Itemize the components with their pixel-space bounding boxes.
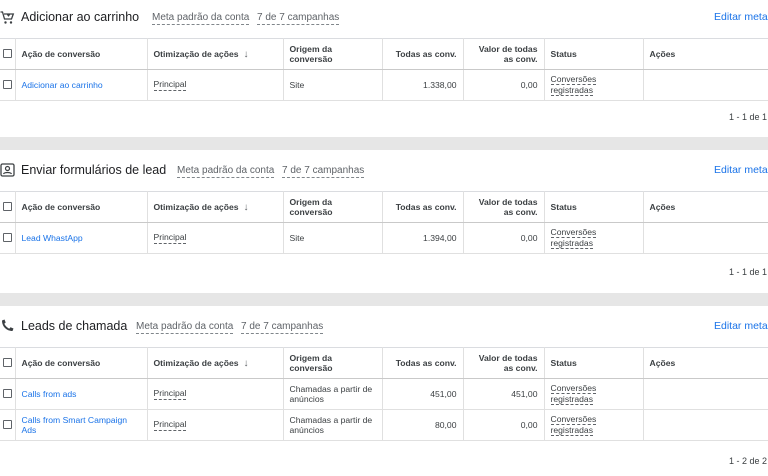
col-otimizacao-header[interactable]: Otimização de ações ↓ (147, 191, 284, 223)
conversion-table: Ação de conversão Otimização de ações ↓ O… (0, 191, 768, 254)
actions-cell (643, 222, 768, 254)
section-title: Adicionar ao carrinho (21, 10, 140, 24)
col-status-header[interactable]: Status (544, 191, 644, 223)
table-row: Calls from Smart Campaign Ads Principal C… (0, 409, 768, 441)
col-acao-header[interactable]: Ação de conversão (15, 347, 148, 379)
sort-arrow-icon: ↓ (243, 357, 249, 369)
conversion-table: Ação de conversão Otimização de ações ↓ O… (0, 347, 768, 441)
col-status-header[interactable]: Status (544, 347, 644, 379)
section-title: Enviar formulários de lead (21, 163, 167, 177)
goal-card-enviar-formularios: Enviar formulários de lead Meta padrão d… (0, 150, 768, 293)
all-conv-value-amount: 0,00 (463, 409, 545, 441)
conversion-action-link[interactable]: Calls from ads (22, 389, 77, 399)
meta-padrao-link[interactable]: Meta padrão da conta (136, 321, 234, 334)
row-checkbox[interactable] (0, 378, 16, 410)
campanhas-link[interactable]: 7 de 7 campanhas (282, 165, 365, 178)
campanhas-link[interactable]: 7 de 7 campanhas (241, 321, 324, 334)
origin-value: Site (283, 69, 383, 101)
all-conv-value-amount: 451,00 (463, 378, 545, 410)
status-value[interactable]: Conversões registradas (550, 74, 597, 96)
col-otimizacao-header[interactable]: Otimização de ações ↓ (147, 38, 284, 70)
status-value[interactable]: Conversões registradas (550, 227, 597, 249)
goal-card-leads-de-chamada: Leads de chamada Meta padrão da conta 7 … (0, 306, 768, 476)
conversion-action-link[interactable]: Adicionar ao carrinho (22, 80, 103, 90)
col-origem-header[interactable]: Origem da conversão (283, 347, 383, 379)
col-origem-header[interactable]: Origem da conversão (283, 38, 383, 70)
meta-padrao-link[interactable]: Meta padrão da conta (177, 165, 275, 178)
col-otimizacao-header[interactable]: Otimização de ações ↓ (147, 347, 284, 379)
col-status-header[interactable]: Status (544, 38, 644, 70)
col-acoes-header: Ações (643, 347, 768, 379)
conversion-action-link[interactable]: Lead WhastApp (22, 233, 83, 243)
phone-icon (0, 308, 16, 344)
table-row: Calls from ads Principal Chamadas a part… (0, 378, 768, 410)
origin-value: Chamadas a partir de anúncios (283, 378, 383, 410)
col-valor-header[interactable]: Valor de todas as conv. (463, 191, 545, 223)
col-todas-header[interactable]: Todas as conv. (382, 38, 464, 70)
card-header: Leads de chamada Meta padrão da conta 7 … (0, 306, 768, 342)
select-all-checkbox[interactable] (0, 38, 16, 70)
all-conv-value: 451,00 (382, 378, 464, 410)
select-all-checkbox[interactable] (0, 347, 16, 379)
card-header: Enviar formulários de lead Meta padrão d… (0, 150, 768, 186)
origin-value: Site (283, 222, 383, 254)
col-origem-header[interactable]: Origem da conversão (283, 191, 383, 223)
editar-meta-button[interactable]: Editar meta (714, 320, 768, 332)
actions-cell (643, 378, 768, 410)
pagination-label: 1 - 1 de 1 (729, 267, 768, 277)
conversion-action-link[interactable]: Calls from Smart Campaign Ads (22, 415, 128, 435)
sort-arrow-icon: ↓ (243, 201, 249, 213)
col-acao-header[interactable]: Ação de conversão (15, 38, 148, 70)
optimization-value[interactable]: Principal (153, 388, 187, 400)
row-checkbox[interactable] (0, 222, 16, 254)
sort-arrow-icon: ↓ (243, 48, 249, 60)
editar-meta-button[interactable]: Editar meta (714, 164, 768, 176)
row-checkbox[interactable] (0, 69, 16, 101)
all-conv-value: 1.394,00 (382, 222, 464, 254)
col-todas-header[interactable]: Todas as conv. (382, 191, 464, 223)
table-header-row: Ação de conversão Otimização de ações ↓ O… (0, 191, 768, 223)
origin-value: Chamadas a partir de anúncios (283, 409, 383, 441)
optimization-value[interactable]: Principal (153, 419, 187, 431)
col-acoes-header: Ações (643, 38, 768, 70)
col-acao-header[interactable]: Ação de conversão (15, 191, 148, 223)
editar-meta-button[interactable]: Editar meta (714, 11, 768, 23)
actions-cell (643, 69, 768, 101)
cart-icon (0, 0, 16, 36)
meta-padrao-link[interactable]: Meta padrão da conta (152, 12, 250, 25)
select-all-checkbox[interactable] (0, 191, 16, 223)
card-header: Adicionar ao carrinho Meta padrão da con… (0, 0, 768, 36)
all-conv-value: 80,00 (382, 409, 464, 441)
col-valor-header[interactable]: Valor de todas as conv. (463, 347, 545, 379)
status-value[interactable]: Conversões registradas (550, 383, 597, 405)
all-conv-value-amount: 0,00 (463, 69, 545, 101)
actions-cell (643, 409, 768, 441)
contact-form-icon (0, 152, 16, 188)
table-row: Adicionar ao carrinho Principal Site 1.3… (0, 69, 768, 101)
status-value[interactable]: Conversões registradas (550, 414, 597, 436)
campanhas-link[interactable]: 7 de 7 campanhas (257, 12, 340, 25)
goal-card-adicionar-ao-carrinho: Adicionar ao carrinho Meta padrão da con… (0, 0, 768, 137)
col-todas-header[interactable]: Todas as conv. (382, 347, 464, 379)
col-acoes-header: Ações (643, 191, 768, 223)
all-conv-value-amount: 0,00 (463, 222, 545, 254)
optimization-value[interactable]: Principal (153, 79, 187, 91)
conversion-table: Ação de conversão Otimização de ações ↓ O… (0, 38, 768, 101)
table-header-row: Ação de conversão Otimização de ações ↓ O… (0, 38, 768, 70)
col-valor-header[interactable]: Valor de todas as conv. (463, 38, 545, 70)
optimization-value[interactable]: Principal (153, 232, 187, 244)
pagination-label: 1 - 2 de 2 (729, 456, 768, 466)
section-title: Leads de chamada (21, 319, 128, 333)
table-row: Lead WhastApp Principal Site 1.394,00 0,… (0, 222, 768, 254)
row-checkbox[interactable] (0, 409, 16, 441)
all-conv-value: 1.338,00 (382, 69, 464, 101)
table-header-row: Ação de conversão Otimização de ações ↓ O… (0, 347, 768, 379)
pagination-label: 1 - 1 de 1 (729, 112, 768, 122)
